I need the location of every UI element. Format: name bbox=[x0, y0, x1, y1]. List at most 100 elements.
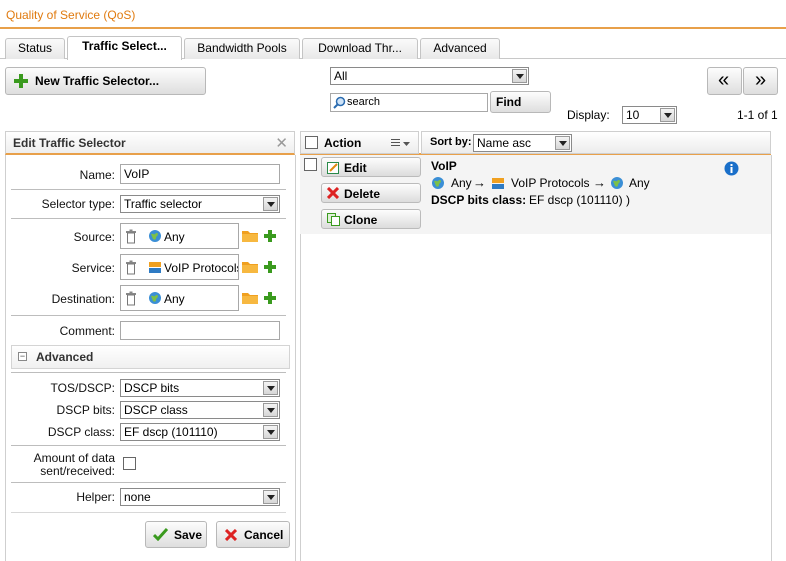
chevron-down-icon bbox=[263, 490, 278, 504]
helper-select[interactable]: none bbox=[120, 488, 280, 506]
dscp-class-label: DSCP class: bbox=[47, 425, 115, 439]
divider bbox=[11, 189, 286, 190]
add-icon[interactable] bbox=[264, 230, 276, 242]
tab-advanced[interactable]: Advanced bbox=[420, 38, 500, 59]
globe-icon bbox=[432, 177, 444, 189]
tab-bar: Status Traffic Select... Bandwidth Pools… bbox=[0, 36, 786, 60]
delete-label: Delete bbox=[344, 187, 381, 201]
source-value: Any bbox=[164, 230, 185, 244]
dscp-class-value: EF dscp (101110) bbox=[124, 425, 218, 439]
amount-label-line1: Amount of data bbox=[33, 451, 115, 465]
arrow-right-icon: → bbox=[593, 175, 606, 190]
row-service: VoIP Protocols bbox=[511, 176, 590, 190]
edit-icon bbox=[327, 162, 339, 174]
add-icon[interactable] bbox=[264, 292, 276, 304]
tab-download-throttling[interactable]: Download Thr... bbox=[302, 38, 418, 59]
chevron-down-icon bbox=[263, 403, 278, 417]
selector-type-select[interactable]: Traffic selector bbox=[120, 195, 280, 213]
column-menu-icon[interactable] bbox=[391, 139, 411, 148]
advanced-section-header[interactable]: − Advanced bbox=[11, 345, 290, 369]
cancel-label: Cancel bbox=[244, 528, 284, 542]
divider bbox=[11, 512, 286, 513]
app-title: Quality of Service (QoS) bbox=[6, 8, 136, 22]
comment-label: Comment: bbox=[59, 324, 115, 338]
check-icon bbox=[153, 528, 168, 541]
sort-column-header: Sort by: Name asc bbox=[421, 131, 771, 154]
service-label: Service: bbox=[71, 261, 115, 275]
delete-button[interactable]: Delete bbox=[321, 183, 421, 203]
service-field[interactable]: VoIP Protocols bbox=[120, 254, 239, 280]
find-button[interactable]: Find bbox=[490, 91, 551, 113]
helper-value: none bbox=[124, 490, 151, 504]
selector-type-value: Traffic selector bbox=[124, 197, 203, 211]
destination-value: Any bbox=[164, 292, 185, 306]
comment-field[interactable] bbox=[120, 321, 280, 340]
edit-label: Edit bbox=[344, 161, 367, 175]
arrow-right-icon: → bbox=[473, 175, 486, 190]
divider bbox=[11, 315, 286, 316]
destination-field[interactable]: Any bbox=[120, 285, 239, 311]
globe-icon bbox=[611, 177, 623, 189]
tab-bandwidth-pools[interactable]: Bandwidth Pools bbox=[184, 38, 300, 59]
list-header: Action Sort by: Name asc bbox=[300, 131, 771, 155]
tos-dscp-select[interactable]: DSCP bits bbox=[120, 379, 280, 397]
clone-button[interactable]: Clone bbox=[321, 209, 421, 229]
display-label: Display: bbox=[567, 108, 610, 122]
dscp-bits-select[interactable]: DSCP class bbox=[120, 401, 280, 419]
row-checkbox[interactable] bbox=[304, 158, 317, 171]
info-icon[interactable] bbox=[724, 161, 739, 176]
globe-icon bbox=[149, 230, 161, 242]
folder-icon[interactable] bbox=[242, 230, 258, 242]
sortby-label: Sort by: bbox=[430, 136, 472, 148]
amount-checkbox[interactable] bbox=[123, 457, 136, 470]
add-icon[interactable] bbox=[264, 261, 276, 273]
save-button[interactable]: Save bbox=[145, 521, 207, 548]
trash-icon[interactable] bbox=[125, 229, 137, 244]
next-page-button[interactable]: » bbox=[743, 67, 778, 95]
sortby-select[interactable]: Name asc bbox=[473, 134, 572, 152]
helper-label: Helper: bbox=[76, 490, 115, 504]
edit-button[interactable]: Edit bbox=[321, 157, 421, 177]
destination-label: Destination: bbox=[51, 292, 115, 306]
chevron-down-icon bbox=[263, 425, 278, 439]
chevron-down-icon bbox=[512, 69, 527, 83]
select-all-checkbox[interactable] bbox=[305, 136, 318, 149]
title-bar: Quality of Service (QoS) bbox=[0, 0, 786, 29]
name-field[interactable]: VoIP bbox=[120, 164, 280, 184]
service-group-icon bbox=[149, 262, 161, 273]
advanced-title: Advanced bbox=[36, 350, 94, 364]
tos-dscp-value: DSCP bits bbox=[124, 381, 180, 395]
search-input[interactable]: search bbox=[330, 93, 488, 112]
find-label: Find bbox=[496, 95, 522, 109]
dscp-class-select[interactable]: EF dscp (101110) bbox=[120, 423, 280, 441]
panel-title: Edit Traffic Selector bbox=[13, 136, 126, 150]
display-count-select[interactable]: 10 bbox=[622, 106, 677, 124]
tab-traffic-selectors[interactable]: Traffic Select... bbox=[67, 36, 182, 60]
plus-icon bbox=[14, 74, 28, 88]
panel-left-border bbox=[5, 155, 6, 561]
cancel-button[interactable]: Cancel bbox=[216, 521, 290, 548]
table-row[interactable]: Edit Delete Clone VoIP Any → VoIP Protoc… bbox=[300, 155, 771, 234]
globe-icon bbox=[149, 292, 161, 304]
dscp-bits-label: DSCP bits: bbox=[56, 403, 115, 417]
folder-icon[interactable] bbox=[242, 261, 258, 273]
tab-status[interactable]: Status bbox=[5, 38, 65, 59]
trash-icon[interactable] bbox=[125, 260, 137, 275]
list-right-border bbox=[771, 155, 772, 561]
close-icon[interactable]: ✕ bbox=[275, 134, 288, 152]
panel-right-border bbox=[295, 155, 296, 561]
save-label: Save bbox=[174, 528, 203, 542]
action-column-header: Action bbox=[300, 131, 419, 154]
trash-icon[interactable] bbox=[125, 291, 137, 306]
source-field[interactable]: Any bbox=[120, 223, 239, 249]
new-traffic-selector-button[interactable]: New Traffic Selector... bbox=[5, 67, 206, 95]
row-source: Any bbox=[451, 176, 472, 190]
collapse-icon[interactable]: − bbox=[18, 352, 27, 361]
prev-page-button[interactable]: « bbox=[707, 67, 742, 95]
divider bbox=[11, 218, 286, 219]
chevron-down-icon bbox=[263, 197, 278, 211]
filter-select[interactable]: All bbox=[330, 67, 529, 85]
amount-label-line2: sent/received: bbox=[40, 464, 115, 478]
folder-icon[interactable] bbox=[242, 292, 258, 304]
selector-type-label: Selector type: bbox=[41, 197, 115, 211]
